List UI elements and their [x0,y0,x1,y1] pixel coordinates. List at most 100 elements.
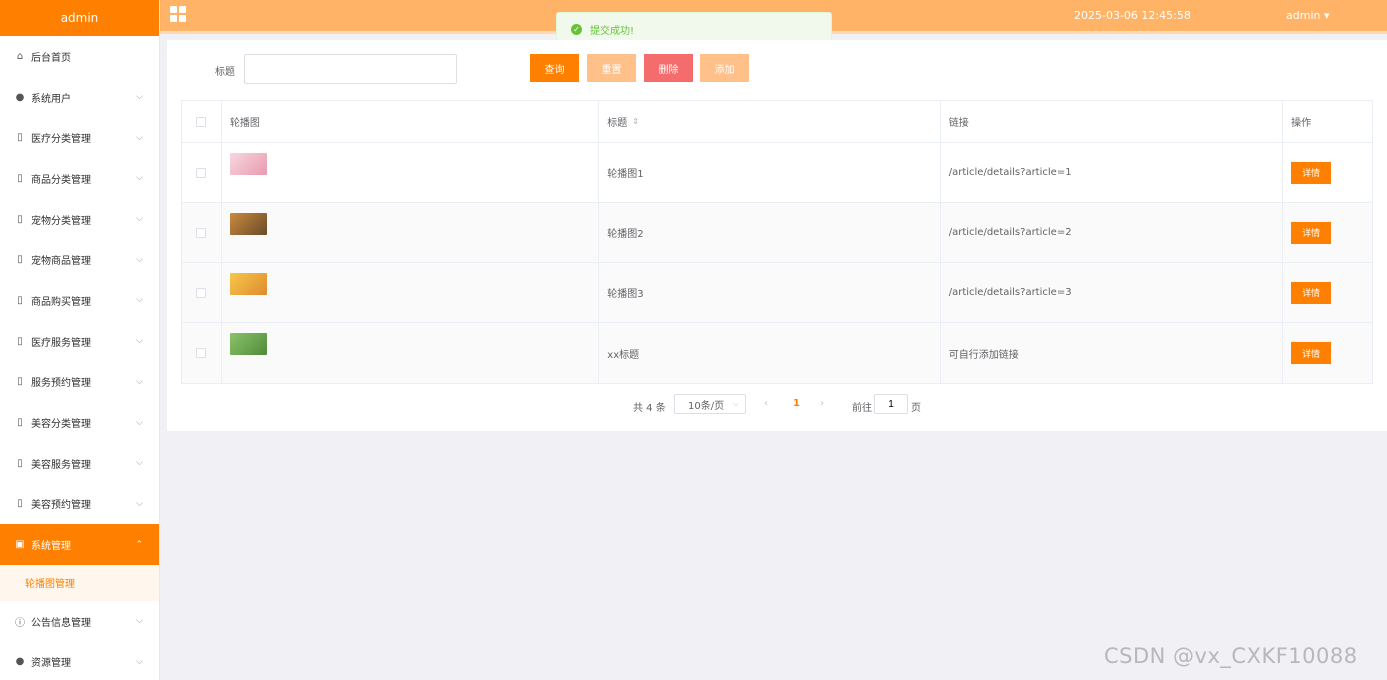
sidebar-item-label: 宠物商品管理 [31,256,91,268]
caret-down-icon: ▾ [1320,9,1330,22]
row-op-cell: 详情 [1283,263,1372,322]
select-all-cell [182,101,222,142]
chevron-down-icon: ⌵ [136,498,143,509]
carousel-table: 轮播图 标题 ⇕ 链接 操作 轮播图1 /article/details?arti… [181,100,1373,384]
folder-icon: ▯ [17,457,23,469]
sidebar-item-system-management[interactable]: ▣ 系统管理 ⌃ [0,524,159,565]
row-checkbox[interactable] [196,167,207,178]
query-button[interactable]: 查询 [530,54,579,82]
sidebar-item-beauty-category[interactable]: ▯ 美容分类管理 ⌵ [0,402,159,443]
row-op-cell: 详情 [1283,323,1372,383]
detail-button[interactable]: 详情 [1291,161,1332,184]
toast-message: 提交成功! [590,25,635,37]
row-check-cell [182,143,222,202]
add-button[interactable]: 添加 [700,54,749,82]
chevron-down-icon: ⌵ [136,417,143,428]
page-number-current[interactable]: 1 [793,398,800,409]
image-icon: ▣ [15,539,25,551]
sidebar-item-service-booking[interactable]: ▯ 服务预约管理 ⌵ [0,362,159,403]
folder-icon: ▯ [17,376,23,388]
pagination-total: 共 4 条 [633,403,666,414]
sidebar-item-home[interactable]: ⌂ 后台首页 [0,36,159,77]
sidebar-item-pet-category[interactable]: ▯ 宠物分类管理 ⌵ [0,199,159,240]
sidebar-item-product-category[interactable]: ▯ 商品分类管理 ⌵ [0,158,159,199]
chevron-down-icon: ⌵ [136,214,143,225]
page-size-select[interactable]: 10条/页 ⌵ [674,394,746,414]
grid-menu-icon[interactable] [170,6,186,22]
sidebar-item-pet-products[interactable]: ▯ 宠物商品管理 ⌵ [0,239,159,280]
reset-button[interactable]: 重置 [587,54,636,82]
sidebar-subitem-carousel[interactable]: 轮播图管理 [0,564,159,601]
row-check-cell [182,323,222,383]
sidebar-item-label: 服务预约管理 [31,378,91,390]
row-image-cell [222,143,600,202]
folder-icon: ▯ [17,132,23,144]
chevron-down-icon: ⌵ [136,336,143,347]
chevron-down-icon: ⌵ [136,376,143,387]
goto-page-input[interactable] [874,394,908,414]
sidebar: admin ⌂ 后台首页 ● 系统用户 ⌵ ▯ 医疗分类管理 ⌵ ▯ 商品分类管… [0,0,160,680]
folder-icon: ▯ [17,335,23,347]
row-link: /article/details?article=3 [941,263,1284,322]
sidebar-item-label: 医疗分类管理 [31,134,91,146]
table-row: 轮播图1 /article/details?article=1 详情 [182,143,1372,203]
folder-icon: ▯ [17,417,23,429]
carousel-thumbnail [229,333,267,355]
sidebar-item-label: 美容服务管理 [31,459,91,471]
header-title-label: 标题 [607,118,628,129]
chevron-down-icon: ⌵ [136,656,143,667]
home-icon: ⌂ [16,50,24,62]
page-suffix: 页 [911,403,921,414]
chevron-down-icon: ⌵ [136,132,143,143]
header-op: 操作 [1291,118,1312,129]
chevron-down-icon: ⌵ [136,173,143,184]
sidebar-item-medical-service[interactable]: ▯ 医疗服务管理 ⌵ [0,321,159,362]
detail-button[interactable]: 详情 [1291,221,1332,244]
sidebar-item-resources[interactable]: ● 资源管理 ⌵ [0,642,159,680]
carousel-thumbnail [229,273,267,295]
header-link: 链接 [941,101,1284,142]
sidebar-item-label: 商品购买管理 [31,296,91,308]
sidebar-item-product-purchase[interactable]: ▯ 商品购买管理 ⌵ [0,280,159,321]
row-checkbox[interactable] [196,287,207,298]
sidebar-item-beauty-service[interactable]: ▯ 美容服务管理 ⌵ [0,443,159,484]
header-title[interactable]: 标题 ⇕ [599,101,941,142]
chevron-down-icon: ⌵ [136,458,143,469]
detail-button[interactable]: 详情 [1291,342,1332,364]
row-image-cell [222,203,600,262]
datetime-display: 2025-03-06 12:45:58 [1074,9,1191,22]
row-op-cell: 详情 [1283,203,1372,262]
user-dropdown[interactable]: admin ▾ [1286,9,1330,22]
sidebar-item-beauty-booking[interactable]: ▯ 美容预约管理 ⌵ [0,484,159,525]
row-checkbox[interactable] [196,227,207,238]
title-search-input[interactable] [244,54,457,84]
location-icon: ● [15,656,25,668]
sidebar-item-announcements[interactable]: ⓘ 公告信息管理 ⌵ [0,601,159,642]
sidebar-item-label: 系统管理 [31,541,71,553]
folder-icon: ▯ [17,498,23,510]
header-image: 轮播图 [222,101,600,142]
goto-label: 前往 [852,403,872,414]
user-name: admin [1286,9,1321,22]
sort-icon[interactable]: ⇕ [632,117,639,126]
row-image-cell [222,323,600,383]
row-link: 可自行添加链接 [941,323,1284,383]
pagination: 共 4 条 10条/页 ⌵ ‹ 1 › 前往 页 [167,394,1387,416]
delete-button[interactable]: 删除 [644,54,693,82]
watermark: CSDN @vx_CXKF10088 [1104,644,1358,668]
detail-button[interactable]: 详情 [1291,281,1332,304]
row-checkbox[interactable] [196,348,207,358]
search-label: 标题 [215,67,235,78]
select-all-checkbox[interactable] [196,116,207,127]
sidebar-item-label: 美容预约管理 [31,500,91,512]
row-check-cell [182,263,222,322]
sidebar-item-system-users[interactable]: ● 系统用户 ⌵ [0,77,159,118]
sidebar-item-label: 资源管理 [31,658,71,670]
prev-page-icon[interactable]: ‹ [764,398,768,409]
row-title: xx标题 [599,323,941,383]
sidebar-item-medical-category[interactable]: ▯ 医疗分类管理 ⌵ [0,117,159,158]
next-page-icon[interactable]: › [820,398,824,409]
chevron-down-icon: ⌵ [136,295,143,306]
folder-icon: ▯ [17,172,23,184]
chevron-down-icon: ⌵ [136,616,143,627]
